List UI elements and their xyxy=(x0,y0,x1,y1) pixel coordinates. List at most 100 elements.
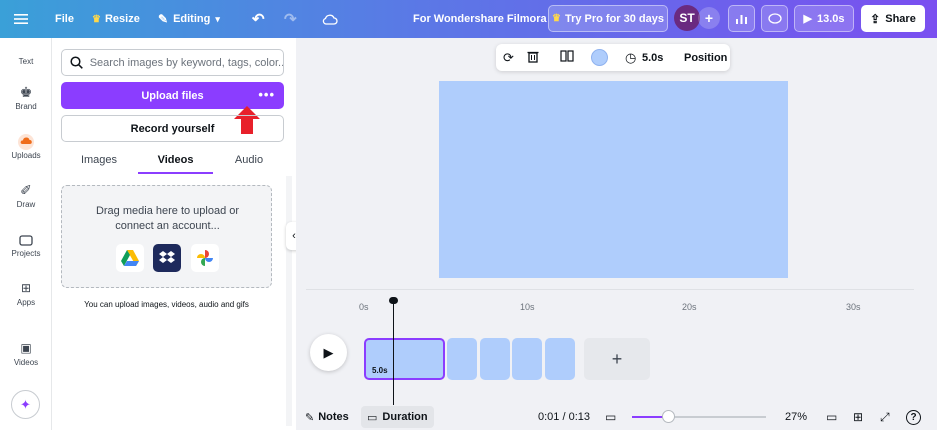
timeline-tick: 20s xyxy=(682,302,697,312)
comment-icon[interactable] xyxy=(761,5,788,32)
cloud-upload-icon xyxy=(0,131,52,151)
tab-videos[interactable]: Videos xyxy=(138,150,213,174)
color-swatch[interactable] xyxy=(591,49,608,66)
timeline-tick: 10s xyxy=(520,302,535,312)
zoom-slider-handle[interactable] xyxy=(662,410,675,423)
share-label: Share xyxy=(885,12,916,25)
play-icon: ▶ xyxy=(803,13,812,25)
resize-button[interactable]: ♛ Resize xyxy=(92,0,140,38)
help-icon[interactable]: ? xyxy=(906,405,921,429)
trash-icon[interactable] xyxy=(527,50,539,66)
notes-icon: ✎ xyxy=(305,411,315,424)
rail-item-uploads[interactable]: Uploads xyxy=(0,131,52,160)
animate-icon[interactable]: ⟳ xyxy=(503,50,514,66)
play-duration-label: 13.0s xyxy=(816,12,845,25)
rail-item-draw[interactable]: ✐ Draw xyxy=(0,180,52,209)
search-icon xyxy=(70,56,83,69)
folder-icon xyxy=(0,229,52,249)
rail-label: Draw xyxy=(16,200,36,209)
timeline-play-button[interactable]: ▶ xyxy=(310,334,347,371)
share-icon: ⇪ xyxy=(870,11,881,26)
rail-label: Projects xyxy=(11,249,41,258)
resize-label: Resize xyxy=(104,13,140,25)
editing-mode-button[interactable]: ✎ Editing ▾ xyxy=(158,0,220,38)
drop-zone[interactable]: Drag media here to upload or connect an … xyxy=(61,185,272,288)
share-button[interactable]: ⇪ Share xyxy=(861,5,925,32)
notes-button[interactable]: ✎ Notes xyxy=(305,405,349,429)
dropbox-icon[interactable] xyxy=(153,244,181,272)
clock-icon[interactable]: ◷ xyxy=(625,50,636,66)
rail-item-apps[interactable]: ⊞ Apps xyxy=(0,278,52,307)
timeline-tick: 0s xyxy=(359,302,369,312)
search-placeholder: Search images by keyword, tags, color... xyxy=(89,56,283,69)
zoom-slider-track[interactable] xyxy=(632,410,766,423)
timeline-clip[interactable] xyxy=(447,338,477,380)
uploads-panel: Search images by keyword, tags, color...… xyxy=(52,38,294,430)
timeline-divider xyxy=(306,289,914,290)
rail-item-text[interactable]: Text xyxy=(0,57,52,66)
position-button[interactable]: Position xyxy=(684,52,727,64)
file-menu[interactable]: File xyxy=(55,0,74,38)
timeline-clip-selected[interactable]: 5.0s xyxy=(364,338,445,380)
clip-duration-label: 5.0s xyxy=(372,366,388,375)
record-yourself-button[interactable]: Record yourself xyxy=(61,115,284,142)
side-rail: Text ♚ Brand Uploads ✐ Draw Projects ⊞ A… xyxy=(0,38,52,430)
page-layout-icon[interactable]: ▭ xyxy=(826,405,837,429)
google-photos-icon[interactable] xyxy=(191,244,219,272)
editing-label: Editing xyxy=(173,13,211,25)
try-pro-button[interactable]: ♛ Try Pro for 30 days xyxy=(548,5,668,32)
video-icon: ▣ xyxy=(20,341,32,355)
search-box[interactable]: Search images by keyword, tags, color... xyxy=(61,49,284,76)
cloud-save-icon[interactable] xyxy=(322,0,338,38)
undo-icon[interactable]: ↶ xyxy=(252,0,265,38)
design-page[interactable] xyxy=(439,81,788,278)
timeline-icon: ▭ xyxy=(367,411,378,424)
rail-label: Text xyxy=(18,57,34,66)
avatar[interactable]: ST xyxy=(674,5,700,31)
add-collaborator-button[interactable]: + xyxy=(698,7,720,29)
tab-audio[interactable]: Audio xyxy=(220,150,278,174)
try-pro-label: Try Pro for 30 days xyxy=(564,12,664,25)
flip-icon[interactable] xyxy=(560,50,574,65)
duration-label[interactable]: 5.0s xyxy=(642,52,663,64)
crown-icon: ♛ xyxy=(551,13,561,24)
pencil-icon: ✎ xyxy=(158,12,169,26)
top-bar: File ♛ Resize ✎ Editing ▾ ↶ ↷ For Wonder… xyxy=(0,0,937,38)
rail-item-projects[interactable]: Projects xyxy=(0,229,52,258)
menu-icon[interactable] xyxy=(14,0,28,38)
redo-icon[interactable]: ↷ xyxy=(284,0,297,38)
rail-label: Brand xyxy=(15,102,37,111)
duration-toggle-label: Duration xyxy=(382,411,428,423)
google-drive-icon[interactable] xyxy=(116,244,144,272)
panel-scrollbar[interactable] xyxy=(286,176,292,426)
upload-files-label: Upload files xyxy=(141,89,204,102)
brand-icon: ♚ xyxy=(19,84,33,100)
grid-view-icon[interactable]: ⊞ xyxy=(853,405,863,429)
drop-zone-text: Drag media here to upload or connect an … xyxy=(95,205,240,232)
playhead-line[interactable] xyxy=(393,302,394,405)
add-page-button[interactable]: + xyxy=(584,338,650,380)
crown-icon: ♛ xyxy=(92,13,101,25)
timeline-clip[interactable] xyxy=(512,338,542,380)
timeline-clip[interactable] xyxy=(545,338,575,380)
rail-item-brand[interactable]: ♚ Brand xyxy=(0,82,52,111)
more-options-icon[interactable]: ••• xyxy=(258,87,275,102)
draw-icon: ✐ xyxy=(20,182,32,198)
zoom-level[interactable]: 27% xyxy=(785,405,807,429)
notes-label: Notes xyxy=(318,411,349,423)
apps-icon: ⊞ xyxy=(20,281,32,295)
playhead-handle[interactable] xyxy=(389,297,398,304)
rail-item-videos[interactable]: ▣ Videos xyxy=(0,338,52,367)
fullscreen-icon[interactable]: ⤢ xyxy=(880,405,890,429)
page-view-icon[interactable]: ▭ xyxy=(605,405,616,429)
chevron-down-icon: ▾ xyxy=(215,13,220,24)
rail-label: Videos xyxy=(13,358,39,367)
timeline-clip[interactable] xyxy=(480,338,510,380)
document-title[interactable]: For Wondershare Filmora xyxy=(413,0,547,38)
tab-images[interactable]: Images xyxy=(70,150,128,174)
context-toolbar: ⟳ ◷ 5.0s Position xyxy=(496,44,730,71)
magic-assistant-icon[interactable]: ✦ xyxy=(11,390,40,419)
insights-icon[interactable] xyxy=(728,5,755,32)
duration-button[interactable]: ▭ Duration xyxy=(361,406,434,428)
play-presentation-button[interactable]: ▶ 13.0s xyxy=(794,5,854,32)
